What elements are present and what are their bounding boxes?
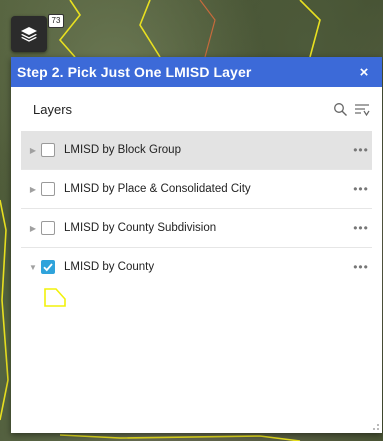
layer-checkbox-checked[interactable] <box>41 260 55 274</box>
panel-title: Step 2. Pick Just One LMISD Layer <box>17 64 252 80</box>
resize-handle-icon[interactable] <box>372 423 380 431</box>
filter-icon[interactable] <box>354 102 370 117</box>
layers-title: Layers <box>33 101 73 117</box>
boundary-line <box>59 434 301 441</box>
layer-label: LMISD by County Subdivision <box>64 222 217 234</box>
highway-shield: 73 <box>48 14 64 28</box>
layer-row-county[interactable]: ▼ LMISD by County ••• <box>21 248 372 286</box>
layers-icon <box>21 27 37 42</box>
layer-row-place[interactable]: ▶ LMISD by Place & Consolidated City ••• <box>21 170 372 209</box>
layer-checkbox[interactable] <box>41 143 55 157</box>
expand-arrow-icon[interactable]: ▶ <box>27 185 39 194</box>
layers-toggle-button[interactable] <box>11 16 47 52</box>
legend-polygon-symbol <box>44 288 66 307</box>
collapse-arrow-icon[interactable]: ▼ <box>27 263 39 272</box>
more-options-button[interactable]: ••• <box>350 143 372 157</box>
layer-row-county-subdivision[interactable]: ▶ LMISD by County Subdivision ••• <box>21 209 372 248</box>
more-options-button[interactable]: ••• <box>350 260 372 274</box>
road-line <box>199 0 216 58</box>
more-options-button[interactable]: ••• <box>350 221 372 235</box>
layers-header: Layers <box>11 87 382 131</box>
boundary-line <box>299 0 321 58</box>
layer-label: LMISD by Place & Consolidated City <box>64 183 251 195</box>
search-icon[interactable] <box>333 102 348 117</box>
boundary-line <box>139 0 161 58</box>
more-options-button[interactable]: ••• <box>350 182 372 196</box>
layer-list-panel: Step 2. Pick Just One LMISD Layer × Laye… <box>11 57 382 433</box>
layer-label: LMISD by County <box>64 261 155 273</box>
layer-checkbox[interactable] <box>41 182 55 196</box>
panel-header: Step 2. Pick Just One LMISD Layer × <box>11 57 382 87</box>
layer-legend <box>43 286 382 320</box>
boundary-line <box>0 199 9 421</box>
layer-label: LMISD by Block Group <box>64 144 181 156</box>
boundary-line <box>58 0 81 58</box>
layer-row-block-group[interactable]: ▶ LMISD by Block Group ••• <box>21 131 372 170</box>
expand-arrow-icon[interactable]: ▶ <box>27 146 39 155</box>
layer-checkbox[interactable] <box>41 221 55 235</box>
close-button[interactable]: × <box>356 64 372 81</box>
expand-arrow-icon[interactable]: ▶ <box>27 224 39 233</box>
checkmark-icon <box>43 263 53 272</box>
